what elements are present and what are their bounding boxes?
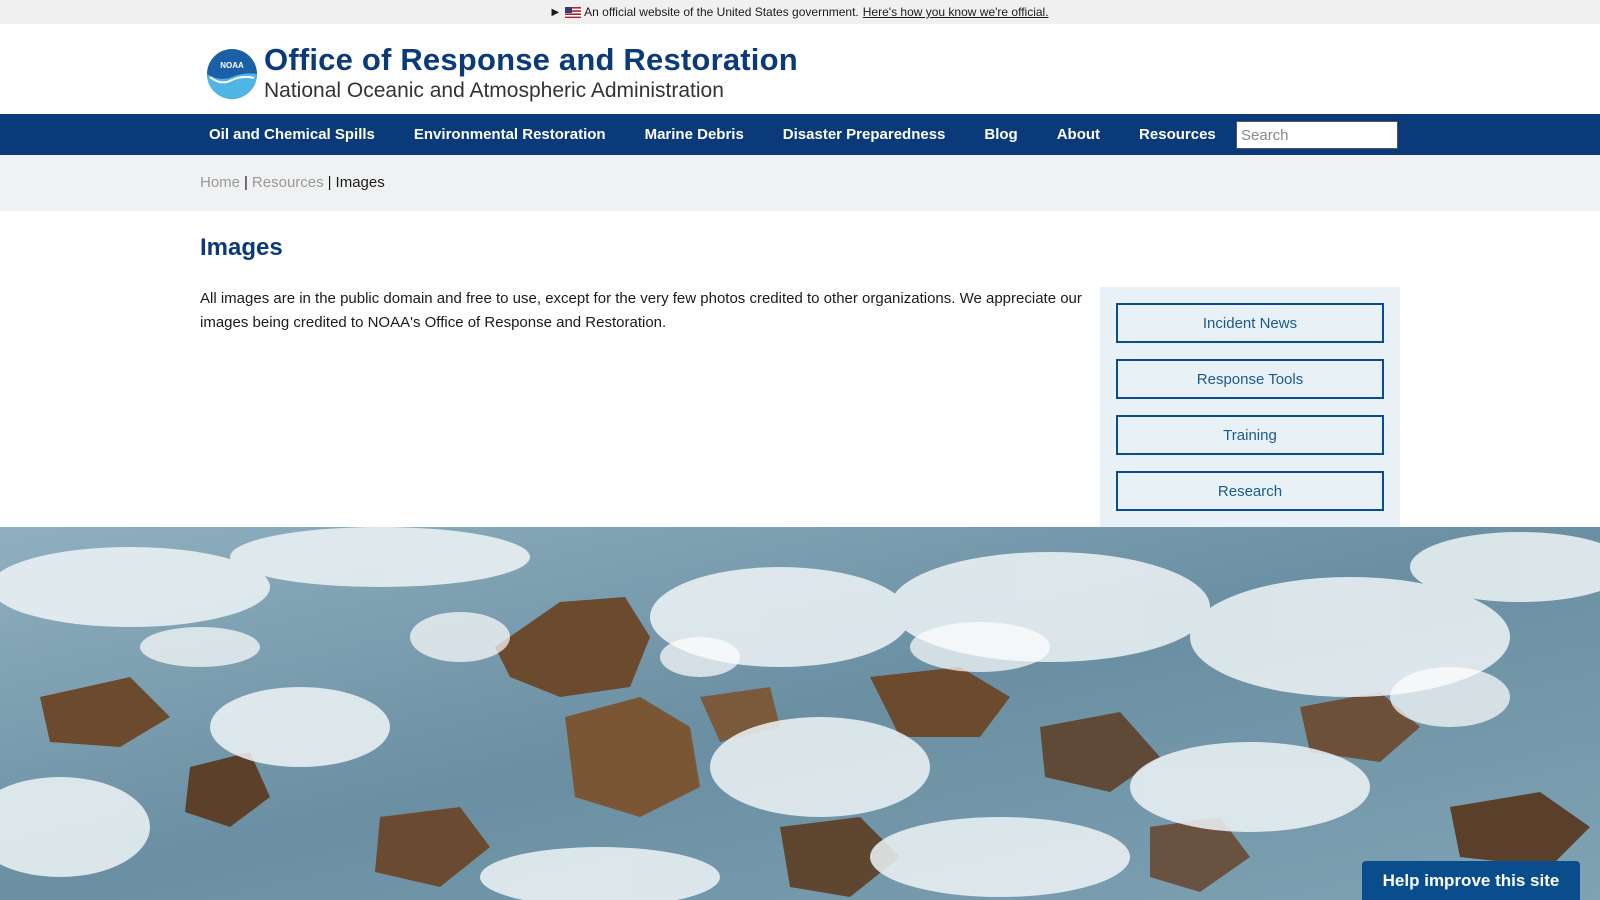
nav-item-oil-chemical-spills[interactable]: Oil and Chemical Spills xyxy=(209,126,375,143)
noaa-logo[interactable]: NOAA xyxy=(207,49,257,99)
breadcrumb-separator: | xyxy=(244,174,248,191)
breadcrumb-separator: | xyxy=(327,174,332,191)
site-subtitle: National Oceanic and Atmospheric Adminis… xyxy=(264,79,724,102)
nav-item-disaster-preparedness[interactable]: Disaster Preparedness xyxy=(783,126,946,143)
gov-banner-text: An official website of the United States… xyxy=(584,5,859,19)
nav-item-blog[interactable]: Blog xyxy=(984,126,1017,143)
breadcrumb-bar: Home | Resources | Images xyxy=(0,155,1600,211)
nav-item-environmental-restoration[interactable]: Environmental Restoration xyxy=(414,126,606,143)
us-flag-icon xyxy=(565,6,582,18)
nav-list: Oil and Chemical Spills Environmental Re… xyxy=(209,114,1255,155)
gov-banner-link[interactable]: Here's how you know we're official. xyxy=(863,5,1049,19)
hero-image xyxy=(0,527,1600,900)
noaa-logo-text: NOAA xyxy=(220,61,244,70)
breadcrumb-current: Images xyxy=(335,174,385,191)
nav-item-marine-debris[interactable]: Marine Debris xyxy=(645,126,744,143)
breadcrumb: Home | Resources | Images xyxy=(200,174,385,191)
surf-rocks-photo xyxy=(0,527,1600,900)
page-title: Images xyxy=(200,234,283,261)
incident-news-button[interactable]: Incident News xyxy=(1116,303,1384,343)
nav-item-about[interactable]: About xyxy=(1057,126,1100,143)
nav-item-resources[interactable]: Resources xyxy=(1139,126,1216,143)
intro-text: All images are in the public domain and … xyxy=(200,290,1082,331)
breadcrumb-resources[interactable]: Resources xyxy=(252,174,324,191)
main-nav: Oil and Chemical Spills Environmental Re… xyxy=(0,114,1600,155)
response-tools-button[interactable]: Response Tools xyxy=(1116,359,1384,399)
gov-banner: ▶ An official website of the United Stat… xyxy=(0,0,1600,24)
breadcrumb-home[interactable]: Home xyxy=(200,174,240,191)
site-title[interactable]: Office of Response and Restoration xyxy=(264,42,798,78)
help-improve-button[interactable]: Help improve this site xyxy=(1362,861,1580,900)
sidebar: Incident News Response Tools Training Re… xyxy=(1100,287,1400,527)
research-button[interactable]: Research xyxy=(1116,471,1384,511)
site-header: NOAA Office of Response and Restoration … xyxy=(0,24,1600,114)
search-input[interactable] xyxy=(1236,121,1398,149)
expand-triangle-icon[interactable]: ▶ xyxy=(551,7,559,18)
training-button[interactable]: Training xyxy=(1116,415,1384,455)
